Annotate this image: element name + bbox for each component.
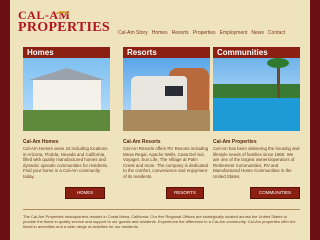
homes-column: Homes <box>23 47 110 131</box>
resorts-button[interactable]: RESORTS <box>166 187 204 199</box>
nav-employment[interactable]: Employment <box>220 30 248 36</box>
resorts-header: Resorts <box>123 47 210 58</box>
communities-header: Communities <box>213 47 300 58</box>
footer-text: The Cal-Am Properties headquarters resid… <box>23 214 296 229</box>
cal-am-properties-logo[interactable]: CAL-AM PROPERTIES <box>18 8 118 38</box>
nav-cal-am-story[interactable]: Cal-Am Story <box>118 30 148 36</box>
communities-photo[interactable] <box>213 58 300 131</box>
page: CAL-AM PROPERTIES Cal-Am Story Homes Res… <box>10 0 310 240</box>
nav-contact[interactable]: Contact <box>268 30 285 36</box>
resorts-description: Cal-Am Resorts offers RV Resorts includi… <box>123 146 209 179</box>
communities-column: Communities <box>213 47 300 131</box>
homes-title: Cal-Am Homes <box>23 139 59 145</box>
communities-description: Cal-Am has been delivering the housing a… <box>213 146 300 179</box>
nav-news[interactable]: News <box>251 30 264 36</box>
resorts-title: Cal-Am Resorts <box>123 139 161 145</box>
nav-resorts[interactable]: Resorts <box>172 30 189 36</box>
homes-button[interactable]: HOMES <box>65 187 105 199</box>
nav-homes[interactable]: Homes <box>152 30 168 36</box>
resorts-column: Resorts <box>123 47 210 131</box>
communities-button[interactable]: COMMUNITIES <box>250 187 300 199</box>
main-nav: Cal-Am Story Homes Resorts Properties Em… <box>118 30 308 36</box>
homes-description: Cal-Am Homes owns 24 including locations… <box>23 146 109 179</box>
footer-divider <box>23 209 300 210</box>
logo-line2: PROPERTIES <box>18 20 110 35</box>
homes-photo[interactable] <box>23 58 110 131</box>
homes-header: Homes <box>23 47 110 58</box>
resorts-photo[interactable] <box>123 58 210 131</box>
communities-title: Cal-Am Properties <box>213 139 257 145</box>
nav-properties[interactable]: Properties <box>193 30 216 36</box>
